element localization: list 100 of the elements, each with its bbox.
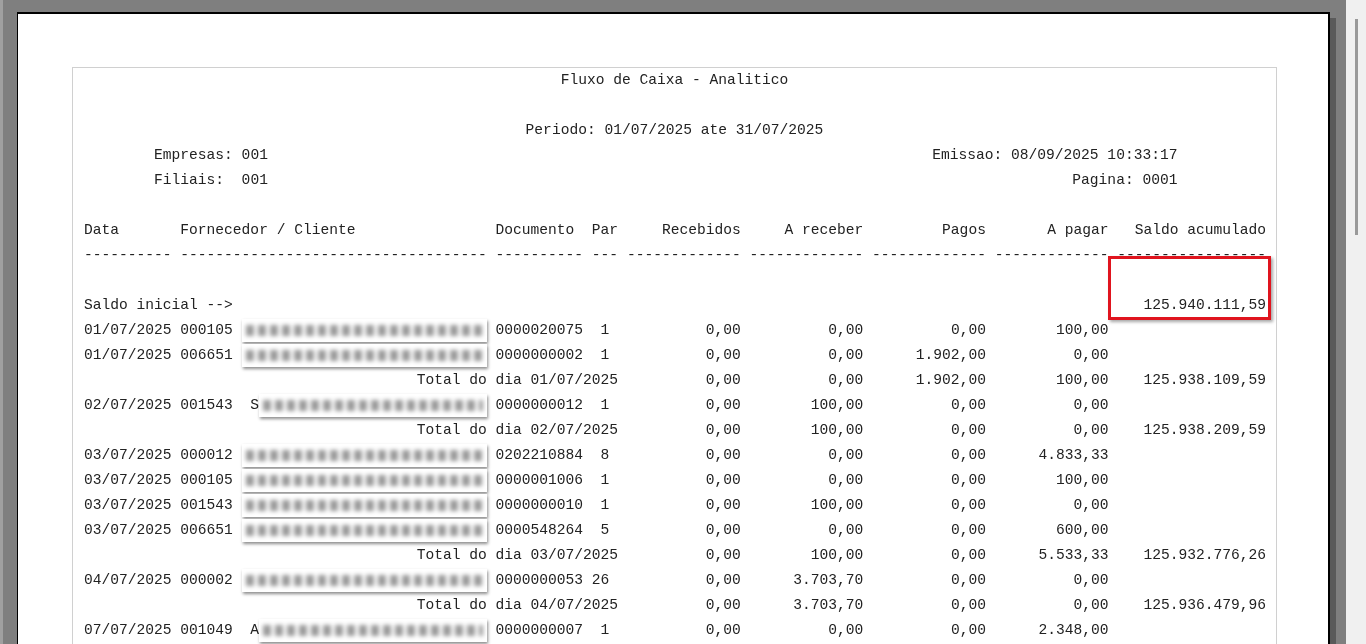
day-total-label: Total do dia 03/07/2025 — [415, 546, 619, 565]
total-cell-text: 0,00 — [1072, 596, 1109, 615]
balance-cell-text: 125.938.209,59 — [1142, 421, 1267, 440]
date-cell-text: 01/07/2025 — [84, 321, 172, 340]
amount-cell-text: 100,00 — [1054, 321, 1109, 340]
column-header: Documento — [495, 221, 576, 240]
installment-cell-text: 1 — [599, 346, 611, 365]
name-cell-text: A — [249, 621, 260, 640]
document-cell-text: 0000000007 — [495, 621, 584, 640]
code-cell-text: 006651 — [180, 521, 233, 540]
column-header: Fornecedor / Cliente — [180, 221, 357, 240]
total-cell-text: 0,00 — [827, 371, 864, 390]
column-header: Par — [591, 221, 619, 240]
document-cell-text: 0000001006 — [495, 471, 584, 490]
amount-cell-text: 0,00 — [827, 446, 864, 465]
column-separator: --- — [591, 246, 619, 265]
total-cell-text: 0,00 — [949, 421, 986, 440]
amount-cell-text: 0,00 — [704, 471, 741, 490]
amount-cell-text: 0,00 — [704, 571, 741, 590]
total-cell-text: 0,00 — [949, 546, 986, 565]
total-cell-text: 0,00 — [704, 546, 741, 565]
amount-cell-text: 0,00 — [949, 621, 986, 640]
total-cell-text: 5.533,33 — [1037, 546, 1109, 565]
total-cell-text: 1.902,00 — [914, 371, 986, 390]
total-cell-text: 100,00 — [809, 546, 864, 565]
amount-cell-text: 0,00 — [704, 521, 741, 540]
amount-cell-text: 0,00 — [704, 346, 741, 365]
amount-cell-text: 0,00 — [704, 621, 741, 640]
code-cell-text: 001543 — [180, 496, 233, 515]
opening-label: Saldo inicial --> — [84, 296, 234, 315]
installment-cell-text: 1 — [599, 396, 611, 415]
column-header: Saldo acumulado — [1133, 221, 1267, 240]
scrollbar[interactable] — [1346, 0, 1366, 644]
installment-cell-text: 1 — [599, 496, 611, 515]
amount-cell-text: 0,00 — [949, 571, 986, 590]
code-cell-text: 000105 — [180, 321, 233, 340]
amount-cell-text: 0,00 — [827, 346, 864, 365]
amount-cell-text: 100,00 — [1054, 471, 1109, 490]
column-header: A pagar — [1046, 221, 1109, 240]
amount-cell-text: 100,00 — [809, 396, 864, 415]
balance-cell-text: 125.938.109,59 — [1142, 371, 1267, 390]
opening-balance: 125.940.111,59 — [1143, 297, 1267, 313]
amount-cell-text: 600,00 — [1054, 521, 1109, 540]
branches-label: Filiais: 001 — [154, 171, 268, 190]
column-header: Pagos — [941, 221, 986, 240]
day-total-label: Total do dia 02/07/2025 — [415, 421, 619, 440]
amount-cell-text: 0,00 — [949, 446, 986, 465]
amount-cell-text: 0,00 — [949, 471, 986, 490]
amount-cell-text: 2.348,00 — [1037, 621, 1109, 640]
total-cell-text: 0,00 — [949, 596, 986, 615]
amount-cell-text: 0,00 — [704, 321, 741, 340]
installment-cell-text: 5 — [599, 521, 611, 540]
column-header: Data — [84, 221, 121, 240]
amount-cell-text: 0,00 — [1072, 496, 1109, 515]
amount-cell-text: 0,00 — [949, 521, 986, 540]
date-cell-text: 01/07/2025 — [84, 346, 172, 365]
installment-cell-text: 1 — [599, 471, 611, 490]
installment-cell-text: 1 — [599, 321, 611, 340]
date-cell-text: 02/07/2025 — [84, 396, 172, 415]
amount-cell-text: 0,00 — [827, 321, 864, 340]
total-cell-text: 3.703,70 — [792, 596, 864, 615]
total-cell-text: 100,00 — [1054, 371, 1109, 390]
installment-cell-text: 26 — [591, 571, 611, 590]
amount-cell-text: 0,00 — [704, 396, 741, 415]
amount-cell-text: 0,00 — [704, 446, 741, 465]
installment-cell-text: 8 — [599, 446, 611, 465]
document-cell-text: 0000020075 — [495, 321, 584, 340]
report-period: Periodo: 01/07/2025 ate 31/07/2025 — [525, 121, 824, 140]
column-separator: ------------- — [872, 246, 986, 265]
page-number: Pagina: 0001 — [1072, 171, 1178, 190]
document-cell-text: 0000000012 — [495, 396, 584, 415]
amount-cell-text: 0,00 — [1072, 571, 1109, 590]
name-cell-text: S — [249, 396, 260, 415]
scrollbar-thumb[interactable] — [1354, 19, 1358, 235]
amount-cell-text: 0,00 — [827, 521, 864, 540]
amount-cell-text: 0,00 — [949, 496, 986, 515]
document-cell-text: 0000000010 — [495, 496, 584, 515]
code-cell-text: 000002 — [180, 571, 233, 590]
total-cell-text: 100,00 — [809, 421, 864, 440]
total-cell-text: 0,00 — [1072, 421, 1109, 440]
column-header: A receber — [783, 221, 864, 240]
day-total-label: Total do dia 01/07/2025 — [415, 371, 619, 390]
amount-cell-text: 100,00 — [809, 496, 864, 515]
code-cell-text: 000105 — [180, 471, 233, 490]
amount-cell-text: 0,00 — [1072, 396, 1109, 415]
date-cell-text: 04/07/2025 — [84, 571, 172, 590]
amount-cell-text: 3.703,70 — [792, 571, 864, 590]
amount-cell-text: 1.902,00 — [914, 346, 986, 365]
date-cell-text: 03/07/2025 — [84, 521, 172, 540]
total-cell-text: 0,00 — [704, 421, 741, 440]
amount-cell-text: 4.833,33 — [1037, 446, 1109, 465]
column-separator: ----------------------------------- — [180, 246, 487, 265]
date-cell-text: 07/07/2025 — [84, 621, 172, 640]
date-cell-text: 03/07/2025 — [84, 496, 172, 515]
column-separator: ----------------- — [1117, 246, 1267, 265]
document-cell-text: 0202210884 — [495, 446, 584, 465]
column-separator: ---------- — [84, 246, 172, 265]
balance-cell-text: 125.932.776,26 — [1142, 546, 1267, 565]
code-cell-text: 001543 — [180, 396, 233, 415]
column-separator: ------------- — [749, 246, 864, 265]
